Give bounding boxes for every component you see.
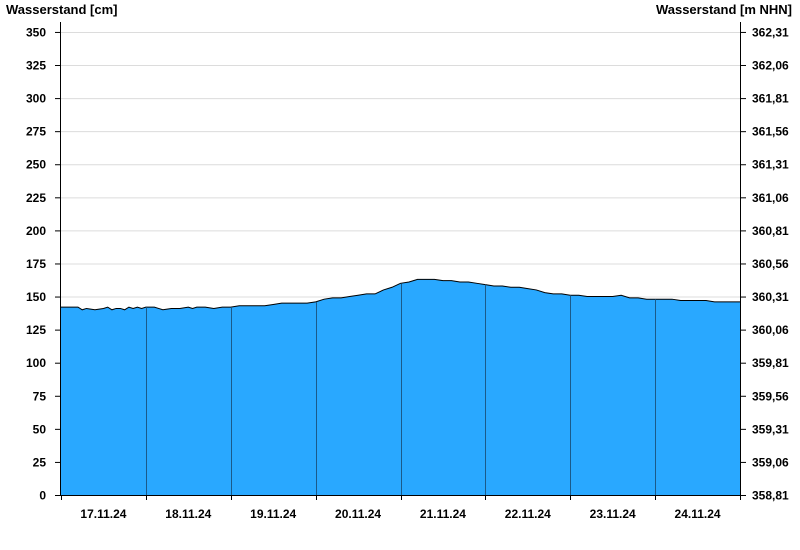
left-tick-label: 100 — [26, 356, 46, 370]
right-tick-label: 359,81 — [752, 356, 789, 370]
x-tick-label: 21.11.24 — [420, 507, 466, 521]
right-tick-label: 360,56 — [752, 257, 789, 271]
right-tick-label: 362,06 — [752, 59, 789, 73]
left-tick-label: 225 — [26, 191, 46, 205]
left-tick-label: 75 — [33, 389, 47, 403]
left-tick-label: 150 — [26, 290, 46, 304]
right-tick-label: 361,06 — [752, 191, 789, 205]
right-tick-label: 359,31 — [752, 422, 789, 436]
x-tick-label: 19.11.24 — [250, 507, 296, 521]
x-tick-label: 24.11.24 — [675, 507, 721, 521]
right-axis-title: Wasserstand [m NHN] — [656, 2, 792, 17]
right-tick-label: 360,06 — [752, 323, 789, 337]
water-level-area — [61, 279, 740, 495]
left-tick-label: 175 — [26, 257, 46, 271]
right-tick-label: 359,06 — [752, 455, 789, 469]
left-tick-label: 125 — [26, 323, 46, 337]
right-tick-label: 360,81 — [752, 224, 789, 238]
left-tick-label: 250 — [26, 158, 46, 172]
right-tick-label: 361,81 — [752, 92, 789, 106]
right-tick-label: 361,31 — [752, 158, 789, 172]
x-tick-label: 20.11.24 — [335, 507, 381, 521]
left-axis-title: Wasserstand [cm] — [6, 2, 118, 17]
right-axis-ticks: 358,81 359,06 359,31 359,56 359,81 360,06 360,… — [740, 25, 789, 503]
x-tick-label: 17.11.24 — [80, 507, 126, 521]
left-tick-label: 200 — [26, 224, 46, 238]
right-tick-label: 358,81 — [752, 489, 789, 503]
x-tick-label: 23.11.24 — [590, 507, 636, 521]
right-tick-label: 360,31 — [752, 290, 789, 304]
x-axis-ticks: 17.11.24 18.11.24 19.11.24 20.11.24 21.11.24… — [61, 495, 741, 521]
x-tick-label: 22.11.24 — [505, 507, 551, 521]
right-tick-label: 361,56 — [752, 125, 789, 139]
left-tick-label: 350 — [26, 25, 46, 39]
left-tick-label: 0 — [39, 489, 46, 503]
x-tick-label: 18.11.24 — [165, 507, 211, 521]
left-axis-ticks: 0 25 50 75 100 125 150 175 200 225 250 275 300 325 350 — [26, 25, 61, 503]
right-tick-label: 362,31 — [752, 25, 789, 39]
left-tick-label: 275 — [26, 125, 46, 139]
right-tick-label: 359,56 — [752, 389, 789, 403]
left-tick-label: 325 — [26, 59, 46, 73]
left-tick-label: 300 — [26, 92, 46, 106]
left-tick-label: 25 — [33, 455, 47, 469]
water-level-chart: 0 25 50 75 100 125 150 175 200 225 250 275 300 325 350… — [6, 2, 792, 521]
left-tick-label: 50 — [33, 422, 47, 436]
